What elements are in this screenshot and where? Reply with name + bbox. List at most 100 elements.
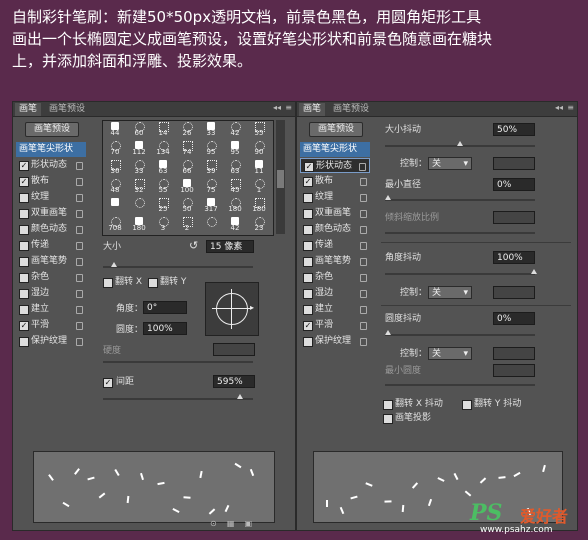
setting-checkbox[interactable] — [19, 241, 29, 251]
setting-checkbox[interactable] — [303, 209, 313, 219]
setting-checkbox[interactable] — [303, 305, 313, 315]
brush-tip-cell[interactable]: 134 — [151, 140, 175, 156]
lock-icon[interactable] — [360, 322, 367, 330]
scroll-thumb[interactable] — [277, 170, 284, 188]
roundness-jitter-slider[interactable] — [385, 330, 535, 336]
tab-brush[interactable]: 画笔 — [15, 103, 42, 116]
tab-brush[interactable]: 画笔 — [299, 103, 326, 116]
brush-tip-cell[interactable]: 70 — [103, 140, 127, 156]
angle-jitter-field[interactable]: 100% — [493, 251, 535, 264]
spacing-slider-knob[interactable] — [237, 394, 243, 399]
brush-tip-cell[interactable]: 33 — [127, 159, 151, 175]
brush-setting-item[interactable]: 双重画笔 — [300, 206, 370, 221]
brush-setting-item[interactable]: 画笔笔势 — [16, 254, 86, 269]
lock-icon[interactable] — [360, 194, 367, 202]
brush-tip-cell[interactable]: 180 — [223, 197, 247, 213]
brush-setting-item[interactable]: 颜色动态 — [16, 222, 86, 237]
setting-checkbox[interactable] — [303, 273, 313, 283]
brush-tip-cell[interactable]: 39 — [199, 159, 223, 175]
roundness-jitter-knob[interactable] — [385, 330, 391, 335]
brush-tip-cell[interactable]: 95 — [199, 140, 223, 156]
lock-icon[interactable] — [76, 194, 83, 202]
control-dropdown-2[interactable]: 关 ▾ — [428, 286, 472, 299]
angle-jitter-knob[interactable] — [531, 269, 537, 274]
lock-icon[interactable] — [76, 226, 83, 234]
brush-setting-item[interactable]: 杂色 — [300, 270, 370, 285]
brush-tip-cell[interactable]: 33 — [199, 121, 223, 137]
brush-tip-cell[interactable]: 55 — [151, 178, 175, 194]
lock-icon[interactable] — [76, 338, 83, 346]
setting-checkbox[interactable]: ✓ — [19, 321, 29, 331]
brush-tip-grid[interactable]: 44 60 14 26 33 42 55 70 112 134 74 95 95 90 36 33 63 66 39… — [102, 120, 274, 236]
brush-tip-cell[interactable]: 50 — [175, 197, 199, 213]
tab-brush-presets[interactable]: 画笔预设 — [45, 103, 89, 116]
brush-tip-cell[interactable]: 25 — [151, 197, 175, 213]
lock-icon[interactable] — [360, 258, 367, 266]
size-jitter-slider[interactable] — [385, 141, 535, 147]
brush-tip-cell[interactable]: 45 — [223, 178, 247, 194]
angle-roundness-widget[interactable]: ▸ — [205, 282, 259, 336]
collapse-icon[interactable]: ◂◂ — [555, 103, 563, 112]
lock-icon[interactable] — [76, 162, 83, 170]
min-diameter-knob[interactable] — [385, 195, 391, 200]
lock-icon[interactable] — [76, 210, 83, 218]
angle-field[interactable]: 0° — [143, 301, 187, 314]
lock-icon[interactable] — [76, 322, 83, 330]
lock-icon[interactable] — [360, 242, 367, 250]
spacing-checkbox[interactable]: ✓ — [103, 378, 113, 388]
lock-icon[interactable] — [76, 178, 83, 186]
panel-menu-icon[interactable]: ≡ — [567, 103, 574, 112]
brush-tip-cell[interactable]: 1 — [247, 178, 271, 194]
brush-tip-cell[interactable]: 90 — [247, 140, 271, 156]
brush-setting-item[interactable]: 画笔笔尖形状 — [16, 142, 86, 157]
setting-checkbox[interactable]: ✓ — [19, 177, 29, 187]
brush-tip-cell[interactable]: 3 — [151, 216, 175, 232]
brush-tip-cell[interactable]: 14 — [151, 121, 175, 137]
brush-presets-button[interactable]: 画笔预设 — [309, 122, 363, 137]
flip-y-jitter-checkbox[interactable] — [462, 400, 472, 410]
setting-checkbox[interactable]: ✓ — [303, 177, 313, 187]
brush-tip-cell[interactable]: 95 — [223, 140, 247, 156]
brush-setting-item[interactable]: 湿边 — [16, 286, 86, 301]
toggle-bristle-preview-icon[interactable]: ⊙ — [210, 519, 217, 528]
flip-x-checkbox[interactable] — [103, 278, 113, 288]
brush-setting-item[interactable]: 保护纹理 — [16, 334, 86, 349]
lock-icon[interactable] — [359, 163, 366, 171]
brush-tip-cell[interactable]: 708 — [103, 216, 127, 232]
brush-setting-item[interactable]: 湿边 — [300, 286, 370, 301]
setting-checkbox[interactable] — [19, 305, 29, 315]
size-field[interactable]: 15 像素 — [206, 240, 254, 253]
size-jitter-knob[interactable] — [457, 141, 463, 146]
brush-setting-item[interactable]: 传递 — [300, 238, 370, 253]
brush-tip-cell[interactable]: 44 — [103, 121, 127, 137]
brush-setting-item[interactable]: 颜色动态 — [300, 222, 370, 237]
brush-tip-cell[interactable]: 42 — [223, 216, 247, 232]
setting-checkbox[interactable]: ✓ — [19, 161, 29, 171]
brush-tip-cell[interactable]: 63 — [223, 159, 247, 175]
brush-setting-item[interactable]: 传递 — [16, 238, 86, 253]
brush-tip-cell[interactable]: 180 — [127, 216, 151, 232]
brush-setting-item[interactable]: 纹理 — [300, 190, 370, 205]
size-slider[interactable] — [103, 262, 253, 268]
brush-projection-checkbox[interactable] — [383, 414, 393, 424]
setting-checkbox[interactable]: ✓ — [303, 321, 313, 331]
setting-checkbox[interactable] — [19, 257, 29, 267]
setting-checkbox[interactable] — [303, 257, 313, 267]
brush-setting-item[interactable]: 纹理 — [16, 190, 86, 205]
brush-tip-cell[interactable]: 36 — [103, 159, 127, 175]
brush-grid-scrollbar[interactable] — [276, 120, 285, 234]
setting-checkbox[interactable] — [19, 193, 29, 203]
setting-checkbox[interactable] — [19, 225, 29, 235]
brush-tip-cell[interactable]: 74 — [175, 140, 199, 156]
brush-setting-item[interactable]: ✓ 平滑 — [300, 318, 370, 333]
lock-icon[interactable] — [360, 210, 367, 218]
setting-checkbox[interactable] — [19, 273, 29, 283]
brush-tip-cell[interactable]: 2 — [175, 216, 199, 232]
brush-setting-item[interactable]: 建立 — [300, 302, 370, 317]
brush-tip-cell[interactable] — [199, 216, 223, 232]
lock-icon[interactable] — [360, 178, 367, 186]
lock-icon[interactable] — [360, 290, 367, 298]
setting-checkbox[interactable] — [303, 289, 313, 299]
brush-setting-item[interactable]: ✓ 形状动态 — [300, 158, 370, 173]
setting-checkbox[interactable]: ✓ — [304, 162, 314, 172]
